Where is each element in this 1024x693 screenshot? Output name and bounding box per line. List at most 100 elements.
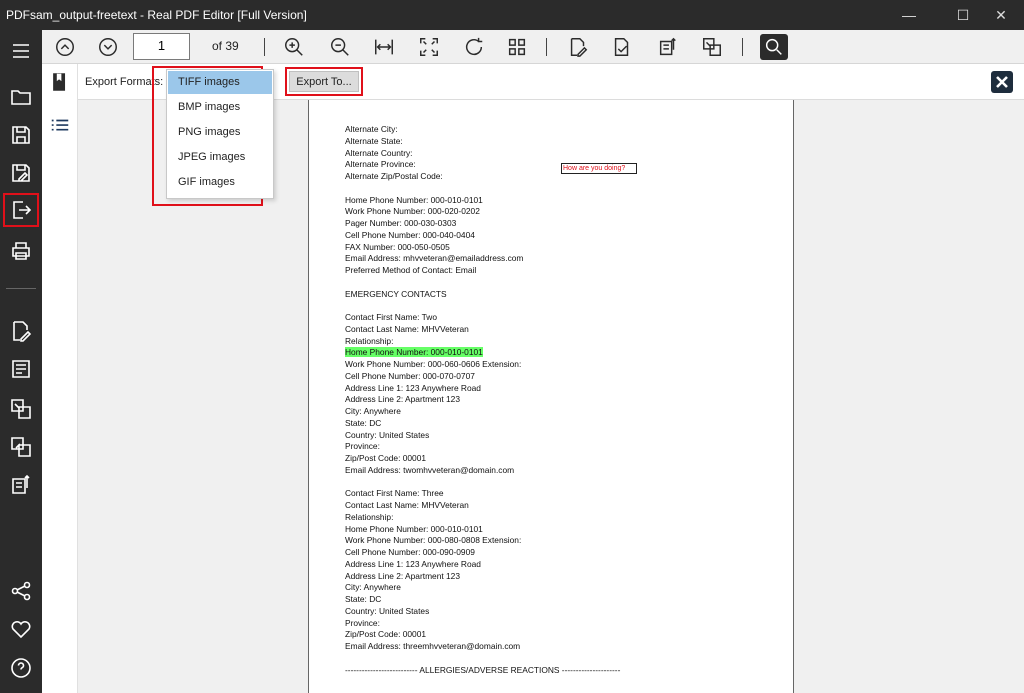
heart-icon [11,620,31,639]
zoom-out-icon [331,38,349,56]
search-button[interactable] [760,34,788,60]
convert-icon [11,399,31,419]
dropdown-option[interactable]: PNG images [168,121,272,144]
save-button[interactable] [3,118,39,152]
sign-button[interactable] [608,34,636,60]
highlighted-text-line: Home Phone Number: 000-010-0101 [345,347,483,358]
zoom-in-icon [285,38,303,56]
thumbnails-button[interactable] [503,34,531,60]
document-text-line: Relationship: [345,511,394,522]
document-text-line: Contact First Name: Two [345,312,437,322]
help-button[interactable] [3,651,39,685]
document-text-line: Alternate Country: [345,147,413,158]
next-page-button[interactable] [94,34,122,60]
share-button[interactable] [3,574,39,608]
free-text-annotation[interactable]: How are you doing? [561,163,637,174]
window-title: PDFsam_output-freetext - Real PDF Editor… [6,8,307,22]
rotate-icon [466,37,483,56]
export-icon [13,201,32,219]
search-icon [765,38,782,55]
edit-text-button[interactable] [3,352,39,386]
document-text-line: City: Anywhere [345,582,401,593]
minimize-button[interactable]: — [886,0,932,30]
grid-icon [508,38,526,56]
page-number-input[interactable]: 1 [133,33,190,60]
book-icon [53,73,66,91]
dropdown-option[interactable]: BMP images [168,96,272,119]
document-text-line: Country: United States [345,429,430,440]
open-file-button[interactable] [3,80,39,114]
close-export-button[interactable] [991,71,1013,93]
document-text-line: Work Phone Number: 000-080-0808 Extensio… [345,535,522,546]
convert-button[interactable] [3,392,39,426]
document-text-line: Country: United States [345,605,430,616]
sidebar-divider [6,288,36,289]
dropdown-option[interactable]: TIFF images [168,71,272,94]
toolbar-divider [742,38,743,56]
edit-text-icon [12,360,30,378]
document-text-line: State: DC [345,594,382,604]
page-tools-button[interactable] [654,34,682,60]
export-button[interactable] [3,193,39,227]
document-text-line: Zip/Post Code: 00001 [345,453,427,463]
document-text-line: FAX Number: 000-050-0505 [345,241,450,252]
document-text-line: Home Phone Number: 000-010-0101 [345,194,483,205]
annotate-button[interactable] [564,34,592,60]
export-to-button-label: Export To... [289,71,359,92]
save-as-button[interactable] [3,156,39,190]
document-text-line: Alternate State: [345,135,403,146]
fit-width-button[interactable] [370,34,398,60]
merge-button[interactable] [3,430,39,464]
side-panel [42,64,78,693]
close-icon [996,76,1008,88]
organize-pages-button[interactable] [3,468,39,502]
pages-icon [12,474,30,494]
document-text-line: Pager Number: 000-030-0303 [345,218,457,228]
rotate-button[interactable] [460,34,488,60]
previous-page-button[interactable] [51,34,79,60]
zoom-in-button[interactable] [280,34,308,60]
edit-document-button[interactable] [3,314,39,348]
document-text-line: Contact Last Name: MHVVeteran [345,500,469,510]
pdf-page[interactable]: How are you doing? Alternate City: Altern… [308,100,794,693]
dropdown-option[interactable]: JPEG images [168,146,272,169]
document-text-line: Relationship: [345,335,394,346]
document-text-line: Preferred Method of Contact: Email [345,265,477,275]
document-text-line: Address Line 2: Apartment 123 [345,394,460,405]
hamburger-icon [13,44,29,58]
outline-button[interactable] [48,114,72,138]
bookmarks-button[interactable] [48,70,72,94]
convert-tool-button[interactable] [698,34,726,60]
zoom-out-button[interactable] [326,34,354,60]
export-format-dropdown[interactable]: TIFF images BMP images PNG images JPEG imag… [166,69,274,199]
merge-icon [11,437,31,457]
fit-page-button[interactable] [415,34,443,60]
document-text-line: -------------------------- ALLERGIES/ADV… [345,664,621,675]
left-sidebar [0,30,42,693]
save-icon [12,126,30,144]
fit-width-icon [375,39,393,55]
print-button[interactable] [3,234,39,268]
edit-document-icon [570,38,588,57]
document-text-line: Alternate Zip/Postal Code: [345,171,443,181]
chevron-down-circle-icon [99,38,117,56]
main-toolbar: 1 of 39 [42,30,1024,64]
document-text-line: Cell Phone Number: 000-040-0404 [345,229,475,240]
sign-icon [614,38,629,56]
help-icon [11,658,31,678]
dropdown-option[interactable]: GIF images [168,171,272,194]
document-text-line: Province: [345,441,380,452]
document-text-line: Alternate Province: [345,159,416,170]
page-count: of 39 [212,39,239,53]
favorites-button[interactable] [3,612,39,646]
document-text-line: Email Address: mhvveteran@emailaddress.c… [345,253,524,264]
share-icon [11,581,31,601]
pages-icon [659,37,676,56]
title-bar: PDFsam_output-freetext - Real PDF Editor… [0,0,1024,30]
close-window-button[interactable]: ✕ [978,0,1024,30]
toolbar-divider [546,38,547,56]
export-to-button[interactable]: Export To... [285,67,363,96]
document-text-line: Cell Phone Number: 000-090-0909 [345,547,475,557]
menu-button[interactable] [3,34,39,68]
document-text-line: Email Address: threemhvveteran@domain.co… [345,641,521,651]
